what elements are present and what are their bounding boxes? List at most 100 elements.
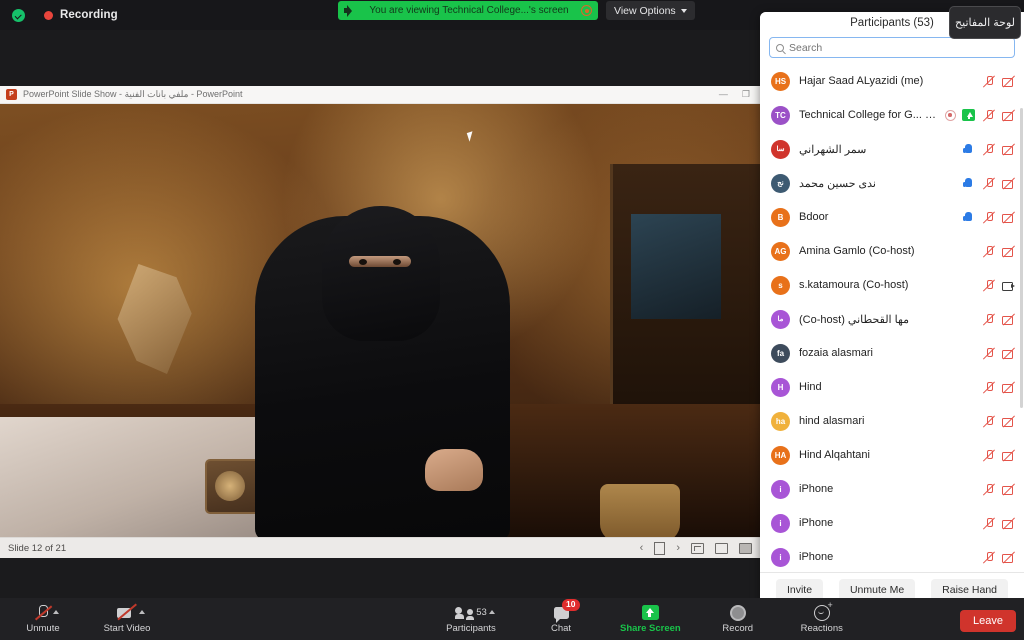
camera-on-icon[interactable] (1002, 279, 1015, 291)
camera-off-icon[interactable] (1002, 211, 1015, 223)
share-screen-label: Share Screen (620, 623, 681, 634)
normal-view-icon[interactable] (691, 542, 704, 554)
search-box[interactable] (769, 37, 1015, 58)
camera-off-icon[interactable] (1002, 449, 1015, 461)
screen-sharing-icon (962, 109, 975, 121)
security-shield-icon[interactable] (12, 8, 25, 22)
slide-thumbnail-icon[interactable] (654, 541, 666, 555)
unmute-button[interactable]: Unmute (14, 604, 72, 634)
view-options-button[interactable]: View Options (606, 1, 695, 20)
participant-status-icons (982, 449, 1015, 461)
microphone-muted-icon[interactable] (982, 245, 995, 257)
participant-name: iPhone (799, 551, 834, 563)
share-screen-button[interactable]: Share Screen (620, 604, 681, 634)
microphone-muted-icon[interactable] (982, 483, 995, 495)
recording-indicator-group: Recording (0, 8, 118, 22)
slide-content-area (0, 104, 760, 537)
next-slide-icon[interactable]: › (676, 542, 680, 554)
audio-options-chevron-icon[interactable] (53, 610, 59, 614)
camera-off-icon[interactable] (1002, 109, 1015, 121)
microphone-muted-icon[interactable] (982, 415, 995, 427)
participant-row[interactable]: i iPhone (760, 506, 1024, 540)
panel-scrollbar[interactable] (1020, 108, 1023, 408)
participants-list[interactable]: HS Hajar Saad ALyazidi (me) TC Technical Co… (760, 64, 1024, 572)
participants-panel-title: Participants (53) (850, 17, 934, 29)
participants-button[interactable]: 53 Participants (442, 604, 500, 634)
camera-off-icon[interactable] (1002, 347, 1015, 359)
camera-off-icon[interactable] (1002, 313, 1015, 325)
chat-label: Chat (550, 623, 572, 634)
microphone-muted-icon[interactable] (982, 279, 995, 291)
participant-row[interactable]: ما مها القحطاني (Co-host) (760, 302, 1024, 336)
camera-off-icon[interactable] (1002, 517, 1015, 529)
participant-row[interactable]: ha hind alasmari (760, 404, 1024, 438)
microphone-muted-icon[interactable] (982, 551, 995, 563)
presenter-eyes (349, 256, 411, 267)
chat-button[interactable]: 10 Chat (532, 599, 590, 634)
avatar: s (771, 275, 790, 295)
participant-row[interactable]: AG Amina Gamlo (Co-host) (760, 234, 1024, 268)
participant-row[interactable]: i iPhone (760, 472, 1024, 506)
video-options-chevron-icon[interactable] (139, 610, 145, 614)
unmute-label: Unmute (26, 623, 60, 634)
chat-icon: 10 (553, 599, 580, 623)
reading-view-icon[interactable] (739, 542, 752, 554)
participant-status-icons (982, 517, 1015, 529)
search-input[interactable] (789, 41, 1008, 54)
participant-status-icons (962, 143, 1015, 155)
participant-row[interactable]: s s.katamoura (Co-host) (760, 268, 1024, 302)
participant-name: hind alasmari (799, 415, 865, 427)
microphone-muted-icon[interactable] (982, 517, 995, 529)
microphone-muted-icon[interactable] (982, 177, 995, 189)
previous-slide-icon[interactable]: ‹ (640, 542, 644, 554)
participant-row[interactable]: i iPhone (760, 540, 1024, 572)
microphone-muted-icon[interactable] (982, 313, 995, 325)
camera-off-icon[interactable] (1002, 381, 1015, 393)
camera-off-icon[interactable] (1002, 415, 1015, 427)
presenter-hands (425, 449, 483, 491)
microphone-muted-icon (35, 604, 59, 621)
record-button[interactable]: Record (709, 604, 767, 634)
presenter-video-scene (0, 104, 760, 537)
camera-off-icon[interactable] (1002, 143, 1015, 155)
basket-decor-right (600, 484, 680, 537)
participant-row[interactable]: H Hind (760, 370, 1024, 404)
camera-off-icon[interactable] (1002, 483, 1015, 495)
participants-chevron-icon[interactable] (488, 610, 495, 614)
recording-dot-icon (44, 10, 53, 20)
microphone-muted-icon[interactable] (982, 211, 995, 223)
participant-row[interactable]: نج ندى حسين محمد (760, 166, 1024, 200)
slide-sorter-icon[interactable] (715, 542, 728, 554)
camera-off-icon[interactable] (1002, 75, 1015, 87)
reactions-button[interactable]: Reactions (793, 600, 851, 635)
camera-off-icon[interactable] (1002, 551, 1015, 563)
participant-row[interactable]: HS Hajar Saad ALyazidi (me) (760, 64, 1024, 98)
microphone-muted-icon[interactable] (982, 75, 995, 87)
avatar: AG (771, 241, 790, 261)
participant-row[interactable]: B Bdoor (760, 200, 1024, 234)
microphone-muted-icon[interactable] (982, 381, 995, 393)
leave-meeting-button[interactable]: Leave (960, 610, 1016, 632)
microphone-muted-icon[interactable] (982, 143, 995, 155)
participant-row[interactable]: HA Hind Alqahtani (760, 438, 1024, 472)
participant-row[interactable]: TC Technical College for G... (Host) (760, 98, 1024, 132)
search-icon (776, 43, 784, 52)
avatar: TC (771, 105, 790, 125)
camera-off-icon[interactable] (1002, 245, 1015, 257)
participant-row[interactable]: fa fozaia alasmari (760, 336, 1024, 370)
microphone-muted-icon[interactable] (982, 449, 995, 461)
participant-row[interactable]: سا سمر الشهراني (760, 132, 1024, 166)
avatar: HA (771, 445, 790, 465)
participant-name: Technical College for G... (Host) (799, 109, 936, 121)
microphone-muted-icon[interactable] (982, 109, 995, 121)
chat-unread-badge: 10 (562, 599, 580, 611)
record-label: Record (722, 623, 754, 634)
restore-icon[interactable]: ❐ (742, 89, 750, 100)
microphone-muted-icon[interactable] (982, 347, 995, 359)
meeting-toolbar: Unmute Start Video 53 Participants 10 Ch… (0, 598, 1024, 640)
raise-hand-icon (962, 177, 975, 189)
minimize-icon[interactable]: — (719, 89, 728, 100)
start-video-button[interactable]: Start Video (98, 604, 156, 634)
avatar: i (771, 513, 790, 533)
camera-off-icon[interactable] (1002, 177, 1015, 189)
